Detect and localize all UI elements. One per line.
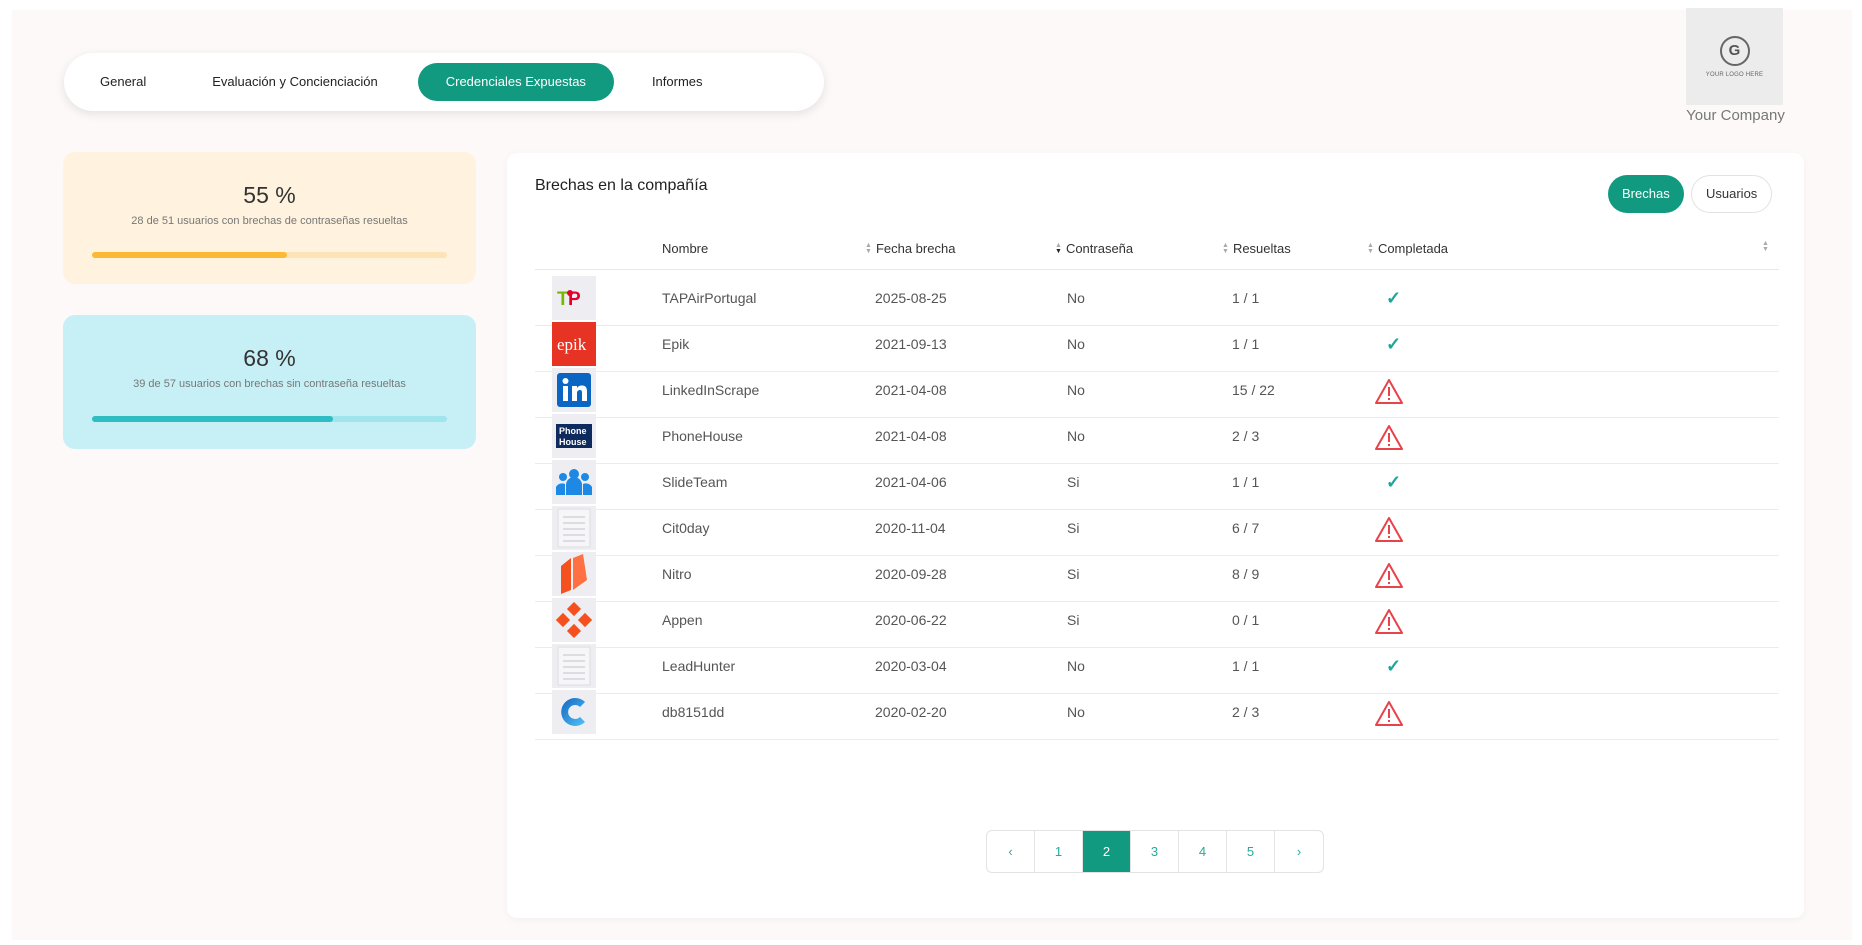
progress-track <box>92 416 447 422</box>
tab-credenciales-expuestas[interactable]: Credenciales Expuestas <box>417 63 614 101</box>
pagination-page-4[interactable]: 4 <box>1179 831 1227 872</box>
column-resueltas[interactable]: ▲ ▼ Resueltas <box>1222 241 1291 256</box>
pagination-page-1[interactable]: 1 <box>1035 831 1083 872</box>
column-contrasena-label: Contraseña <box>1065 241 1134 256</box>
column-fecha-brecha[interactable]: ▲ ▼ Fecha brecha <box>865 241 955 256</box>
stat-description: 28 de 51 usuarios con brechas de contras… <box>131 215 408 227</box>
column-completada-label: Completada <box>1377 241 1449 256</box>
sort-icon: ▲ ▼ <box>1762 240 1769 253</box>
slideteam-logo-icon <box>552 460 596 504</box>
svg-text:epik: epik <box>557 335 587 354</box>
company-name: Your Company <box>1686 107 1785 124</box>
breaches-panel: Brechas en la compañía Brechas Usuarios … <box>507 153 1804 918</box>
brechas-toggle-button[interactable]: Brechas <box>1608 175 1684 213</box>
sort-icon: ▲ ▼ <box>1222 241 1229 255</box>
tab-informes[interactable]: Informes <box>624 63 731 101</box>
tap-logo-icon: TP <box>552 276 596 320</box>
column-resueltas-label: Resueltas <box>1232 241 1291 256</box>
sort-icon: ▲ ▼ <box>1367 241 1374 255</box>
column-nombre-label: Nombre <box>662 241 709 256</box>
warning-icon <box>1374 685 1404 739</box>
sort-icon: ▲ ▼ <box>865 241 872 255</box>
logo-g-icon: G <box>1719 35 1750 66</box>
breach-name: db8151dd <box>662 704 725 720</box>
pagination-next-button[interactable]: › <box>1275 831 1323 872</box>
pagination-page-3[interactable]: 3 <box>1131 831 1179 872</box>
pagination: ‹ 1 2 3 4 5 › <box>986 830 1324 873</box>
stat-percent: 68 % <box>243 345 296 371</box>
column-extra-sort[interactable]: ▲ ▼ <box>1762 240 1773 253</box>
progress-fill <box>92 252 288 258</box>
nitro-logo-icon <box>552 552 596 596</box>
pagination-page-5[interactable]: 5 <box>1227 831 1275 872</box>
column-fecha-label: Fecha brecha <box>875 241 956 256</box>
svg-text:House: House <box>559 437 587 447</box>
breach-date: 2020-02-20 <box>875 704 947 720</box>
table-header: Nombre ▲ ▼ Fecha brecha ▲ ▼ Contraseña ▲ ▼ … <box>535 228 1779 270</box>
panel-title: Brechas en la compañía <box>535 177 708 194</box>
sort-active-icon: ▲ ▼ <box>1055 241 1062 255</box>
stat-percent: 55 % <box>243 182 296 208</box>
tab-evaluacion[interactable]: Evaluación y Concienciación <box>184 63 405 101</box>
stat-description: 39 de 57 usuarios con brechas sin contra… <box>133 378 406 390</box>
progress-track <box>92 252 447 258</box>
svg-text:Phone: Phone <box>559 426 587 436</box>
progress-fill <box>92 416 334 422</box>
pagination-page-2[interactable]: 2 <box>1083 831 1131 872</box>
db8151dd-logo-icon <box>552 690 596 734</box>
column-completada[interactable]: ▲ ▼ Completada <box>1367 241 1448 256</box>
linkedin-logo-icon <box>552 368 596 412</box>
column-contrasena[interactable]: ▲ ▼ Contraseña <box>1055 241 1133 256</box>
document-icon <box>552 506 596 550</box>
company-logo: G YOUR LOGO HERE <box>1686 8 1783 105</box>
logo-placeholder-text: YOUR LOGO HERE <box>1705 71 1764 78</box>
table-row[interactable]: db8151dd 2020-02-20 No 2 / 3 <box>535 685 1779 740</box>
usuarios-toggle-button[interactable]: Usuarios <box>1691 175 1773 213</box>
resolved-count: 2 / 3 <box>1232 704 1260 720</box>
password-flag: No <box>1067 704 1085 720</box>
phonehouse-logo-icon: Phone House <box>552 414 596 458</box>
pagination-prev-button[interactable]: ‹ <box>987 831 1035 872</box>
column-nombre[interactable]: Nombre <box>662 241 708 256</box>
stat-card-password-breaches: 55 % 28 de 51 usuarios con brechas de co… <box>63 152 476 284</box>
document-icon <box>552 644 596 688</box>
tab-general[interactable]: General <box>72 63 174 101</box>
appen-logo-icon <box>552 598 596 642</box>
main-tab-bar: General Evaluación y Concienciación Cred… <box>64 53 824 111</box>
stat-card-no-password-breaches: 68 % 39 de 57 usuarios con brechas sin c… <box>63 315 476 449</box>
epik-logo-icon: epik <box>552 322 596 366</box>
